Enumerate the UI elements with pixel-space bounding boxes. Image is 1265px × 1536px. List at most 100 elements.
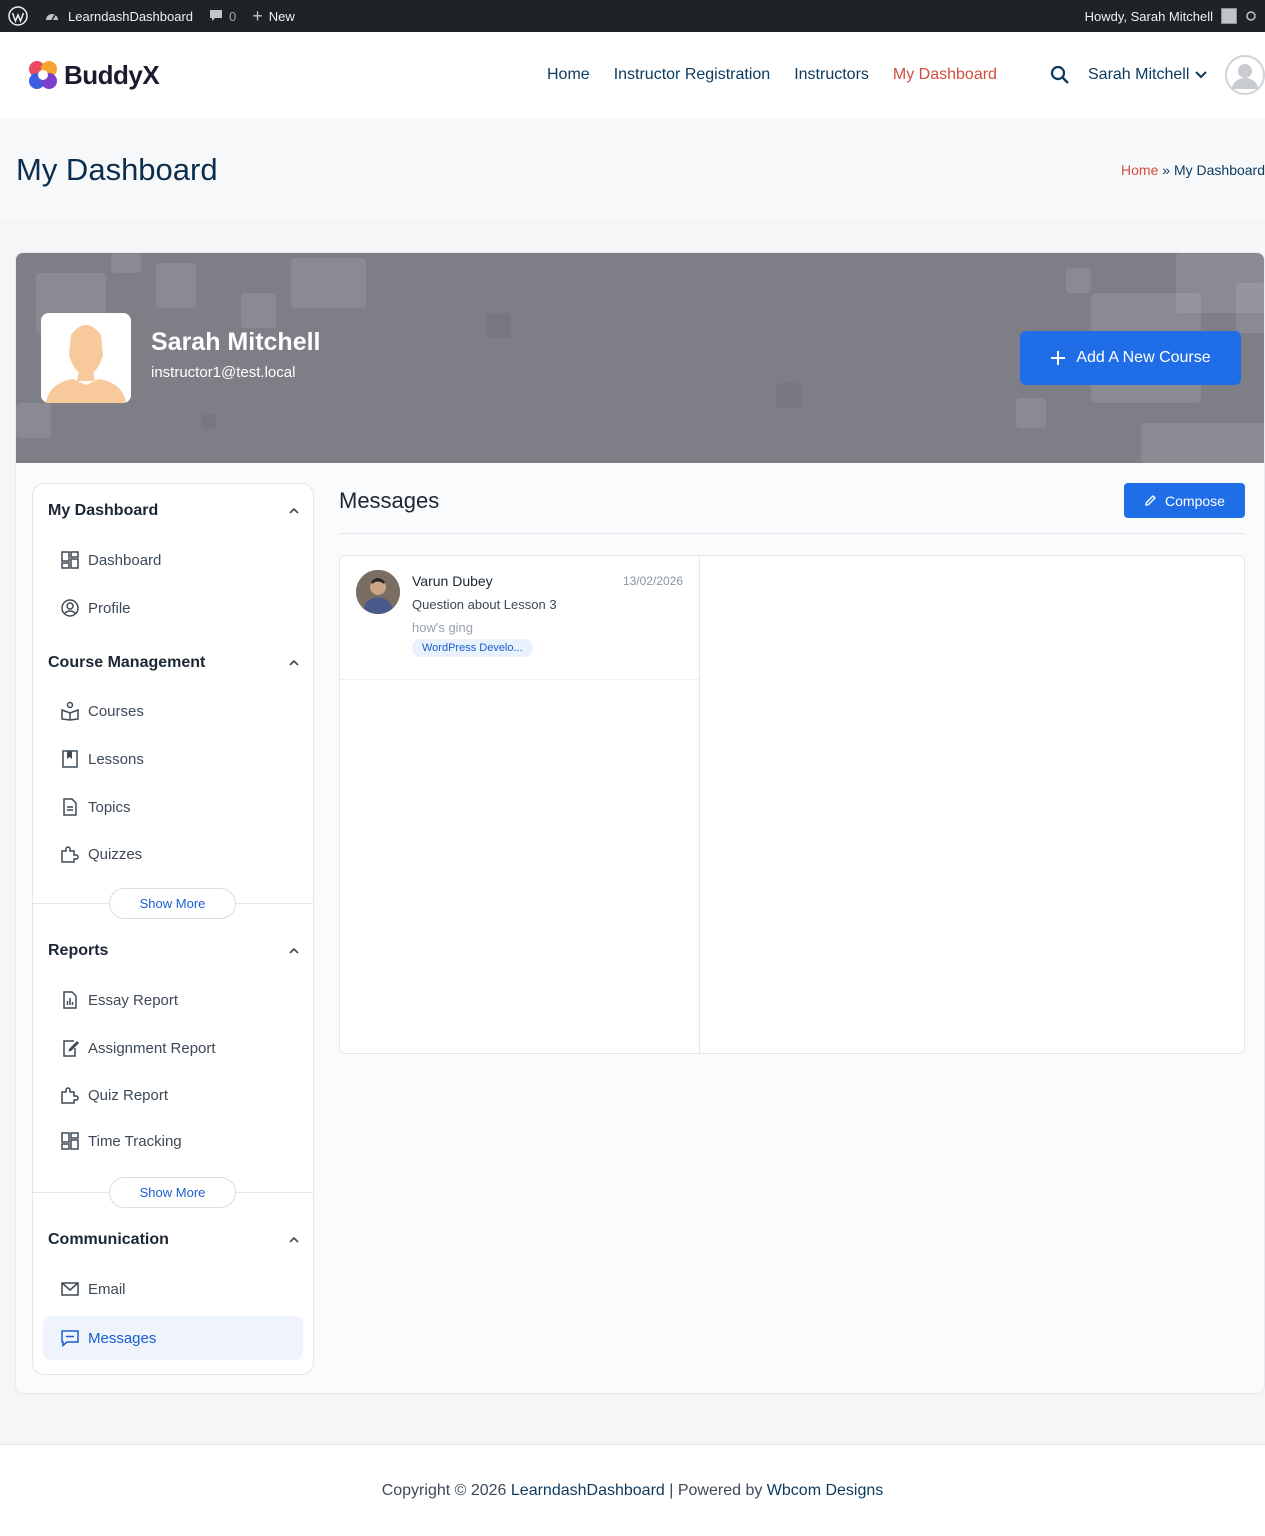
sidebar-item-email[interactable]: Email xyxy=(43,1267,303,1311)
chevron-up-icon xyxy=(289,507,299,514)
sidebar-item-topics[interactable]: Topics xyxy=(43,785,303,829)
sidebar-item-time-tracking[interactable]: Time Tracking xyxy=(43,1119,303,1163)
profile-banner: Sarah Mitchell instructor1@test.local Ad… xyxy=(16,253,1264,463)
site-logo[interactable]: BuddyX xyxy=(26,58,160,92)
puzzle-icon xyxy=(61,846,79,863)
footer-copyright: Copyright © 2026 LearndashDashboard | Po… xyxy=(0,1482,1265,1500)
sidebar-item-lessons[interactable]: Lessons xyxy=(43,737,303,781)
dashboard-grid-icon xyxy=(61,551,79,569)
section-header-course-management[interactable]: Course Management xyxy=(48,654,300,672)
main-nav: Home Instructor Registration Instructors… xyxy=(547,32,997,118)
admin-bar-new-label: New xyxy=(268,8,295,24)
footer-middle: | Powered by xyxy=(669,1482,763,1499)
profile-avatar[interactable] xyxy=(41,313,131,403)
sidebar-item-label: Courses xyxy=(88,702,144,720)
chevron-up-icon xyxy=(289,1236,299,1243)
thread-excerpt: how's ging xyxy=(412,620,474,635)
chevron-down-icon xyxy=(1195,71,1208,79)
section-title: Reports xyxy=(48,942,109,959)
thread-sender: Varun Dubey xyxy=(412,573,493,589)
show-more-button[interactable]: Show More xyxy=(109,1177,236,1208)
nav-instructors[interactable]: Instructors xyxy=(794,66,869,84)
breadcrumb-current: My Dashboard xyxy=(1173,162,1265,178)
compose-label: Compose xyxy=(1165,492,1225,509)
profile-name: Sarah Mitchell xyxy=(151,328,321,356)
sidebar-item-assignment-report[interactable]: Assignment Report xyxy=(43,1026,303,1070)
report-chart-icon xyxy=(63,991,77,1009)
dashboard-grid-icon xyxy=(61,1132,79,1150)
section-header-my-dashboard[interactable]: My Dashboard xyxy=(48,502,300,520)
site-footer: Copyright © 2026 LearndashDashboard | Po… xyxy=(0,1444,1265,1536)
thread-item[interactable]: Varun Dubey 13/02/2026 Question about Le… xyxy=(340,556,699,680)
page-title-band: My Dashboard Home » My Dashboard xyxy=(0,118,1265,220)
puzzle-icon xyxy=(61,1087,79,1104)
section-header-communication[interactable]: Communication xyxy=(48,1231,300,1249)
profile-email: instructor1@test.local xyxy=(151,364,296,381)
footer-site-link[interactable]: LearndashDashboard xyxy=(511,1482,665,1499)
compose-button[interactable]: Compose xyxy=(1124,483,1245,518)
thread-date: 13/02/2026 xyxy=(622,574,683,588)
course-book-icon xyxy=(61,701,79,721)
admin-bar-new[interactable]: + New xyxy=(244,0,303,32)
add-new-course-label: Add A New Course xyxy=(1076,349,1211,366)
wordpress-logo-icon[interactable] xyxy=(0,0,36,32)
sidebar-item-essay-report[interactable]: Essay Report xyxy=(43,978,303,1022)
user-circle-icon xyxy=(61,599,79,617)
nav-my-dashboard[interactable]: My Dashboard xyxy=(893,66,997,84)
thread-avatar xyxy=(356,570,400,614)
sidebar-item-profile[interactable]: Profile xyxy=(43,586,303,630)
logo-text: BuddyX xyxy=(64,59,160,90)
show-more-button[interactable]: Show More xyxy=(109,888,236,919)
section-title: Course Management xyxy=(48,654,206,671)
admin-bar: LearndashDashboard 0 + New Howdy, Sarah … xyxy=(0,0,1265,32)
sidebar-item-courses[interactable]: Courses xyxy=(43,689,303,733)
footer-prefix: Copyright © 2026 xyxy=(381,1482,507,1499)
sidebar-item-label: Topics xyxy=(88,798,131,816)
sidebar-item-quizzes[interactable]: Quizzes xyxy=(43,832,303,876)
admin-bar-site[interactable]: LearndashDashboard xyxy=(36,0,201,32)
messages-divider xyxy=(339,533,1245,534)
document-icon xyxy=(63,798,77,816)
thread-list: Varun Dubey 13/02/2026 Question about Le… xyxy=(340,556,700,1053)
header-avatar[interactable] xyxy=(1225,55,1265,95)
sidebar-item-label: Essay Report xyxy=(88,991,179,1009)
section-title: My Dashboard xyxy=(48,502,159,519)
breadcrumb-home[interactable]: Home xyxy=(1121,162,1158,178)
sidebar-item-label: Dashboard xyxy=(88,551,162,569)
footer-powered-link[interactable]: Wbcom Designs xyxy=(767,1482,883,1499)
search-icon[interactable] xyxy=(1050,65,1070,85)
admin-bar-site-name: LearndashDashboard xyxy=(68,8,194,24)
sidebar-item-quiz-report[interactable]: Quiz Report xyxy=(43,1073,303,1117)
chevron-up-icon xyxy=(289,947,299,954)
user-menu[interactable]: Sarah Mitchell xyxy=(1088,66,1208,84)
sidebar-item-label: Assignment Report xyxy=(88,1039,216,1057)
page-title: My Dashboard xyxy=(16,152,218,187)
user-menu-name: Sarah Mitchell xyxy=(1088,66,1190,83)
admin-bar-howdy[interactable]: Howdy, Sarah Mitchell xyxy=(1085,9,1213,24)
sidebar-item-dashboard[interactable]: Dashboard xyxy=(43,538,303,582)
bookmark-icon xyxy=(62,750,78,768)
admin-bar-comments[interactable]: 0 xyxy=(201,0,244,32)
sidebar-item-label: Lessons xyxy=(88,750,144,768)
add-new-course-button[interactable]: Add A New Course xyxy=(1020,331,1241,385)
plus-icon xyxy=(1051,351,1066,365)
chevron-up-icon xyxy=(289,659,299,666)
sidebar-item-label: Time Tracking xyxy=(88,1132,182,1150)
section-title: Communication xyxy=(48,1231,169,1248)
section-header-reports[interactable]: Reports xyxy=(48,942,300,960)
dashboard-card: Sarah Mitchell instructor1@test.local Ad… xyxy=(15,252,1265,1394)
plus-icon: + xyxy=(252,5,263,26)
thread-course-tag: WordPress Develo... xyxy=(412,639,533,657)
breadcrumb: Home » My Dashboard xyxy=(1121,162,1265,178)
sidebar-item-label: Email xyxy=(88,1280,126,1298)
nav-home[interactable]: Home xyxy=(547,66,590,84)
admin-bar-avatar[interactable] xyxy=(1221,8,1237,24)
sidebar-item-messages[interactable]: Messages xyxy=(43,1316,303,1360)
pencil-icon xyxy=(1145,495,1157,506)
nav-instructor-registration[interactable]: Instructor Registration xyxy=(614,66,771,84)
site-header: BuddyX Home Instructor Registration Inst… xyxy=(0,32,1265,118)
comment-bubble-icon xyxy=(210,10,223,21)
edit-document-icon xyxy=(63,1040,80,1057)
messages-title: Messages xyxy=(339,488,440,513)
admin-bar-search-icon[interactable] xyxy=(1245,10,1257,22)
